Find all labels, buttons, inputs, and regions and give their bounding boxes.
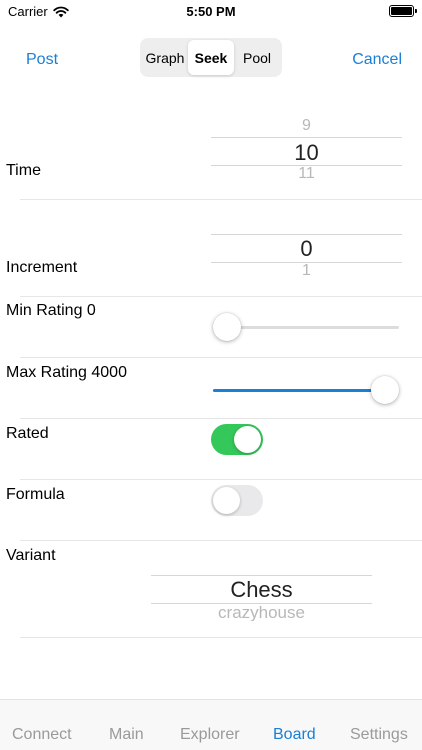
formula-switch[interactable] <box>211 485 263 516</box>
rated-switch[interactable] <box>211 424 263 455</box>
separator <box>20 637 422 638</box>
tab-explorer[interactable]: Explorer <box>180 726 240 744</box>
segment-seek[interactable]: Seek <box>188 40 234 75</box>
formula-switch-knob <box>213 487 240 514</box>
separator <box>20 540 422 541</box>
formula-label: Formula <box>6 486 65 503</box>
time-picker-next: 11 <box>298 165 315 179</box>
time-picker-prev: 9 <box>302 117 311 134</box>
separator <box>20 418 422 419</box>
variant-label: Variant <box>6 547 56 564</box>
max-rating-slider-thumb[interactable] <box>371 376 399 404</box>
time-picker[interactable]: 9 10 11 <box>211 112 402 182</box>
segment-graph[interactable]: Graph <box>142 40 188 75</box>
tab-settings[interactable]: Settings <box>350 726 408 744</box>
time-picker-selected: 10 <box>294 140 319 165</box>
cancel-button[interactable]: Cancel <box>352 51 402 69</box>
variant-picker-selected: Chess <box>230 577 293 602</box>
status-bar: Carrier 5:50 PM <box>0 0 422 24</box>
min-rating-slider-thumb[interactable] <box>213 313 241 341</box>
battery-icon <box>389 5 417 17</box>
increment-picker-next: 1 <box>302 262 311 277</box>
min-rating-label: Min Rating 0 <box>6 302 96 319</box>
variant-picker-next: crazyhouse <box>218 603 305 621</box>
tab-main[interactable]: Main <box>109 726 144 744</box>
rated-label: Rated <box>6 425 49 442</box>
post-button[interactable]: Post <box>26 51 58 69</box>
tab-board[interactable]: Board <box>273 726 316 744</box>
tab-bar: Connect Main Explorer Board Settings <box>0 699 422 750</box>
segment-pool[interactable]: Pool <box>234 40 280 75</box>
mode-segmented-control: Graph Seek Pool <box>140 38 282 77</box>
variant-picker[interactable]: Chess crazyhouse <box>151 572 372 624</box>
max-rating-label: Max Rating 4000 <box>6 364 127 381</box>
separator <box>20 357 422 358</box>
increment-picker[interactable]: 0 1 <box>211 226 402 282</box>
min-rating-slider[interactable] <box>213 313 399 341</box>
time-label: Time <box>6 162 41 179</box>
rated-switch-knob <box>234 426 261 453</box>
increment-picker-selected: 0 <box>300 236 313 261</box>
separator <box>20 199 422 200</box>
status-time: 5:50 PM <box>186 4 236 19</box>
separator <box>20 296 422 297</box>
max-rating-slider-fill <box>213 389 385 392</box>
max-rating-slider[interactable] <box>213 376 399 404</box>
tab-connect[interactable]: Connect <box>12 726 72 744</box>
separator <box>20 479 422 480</box>
increment-label: Increment <box>6 259 78 276</box>
